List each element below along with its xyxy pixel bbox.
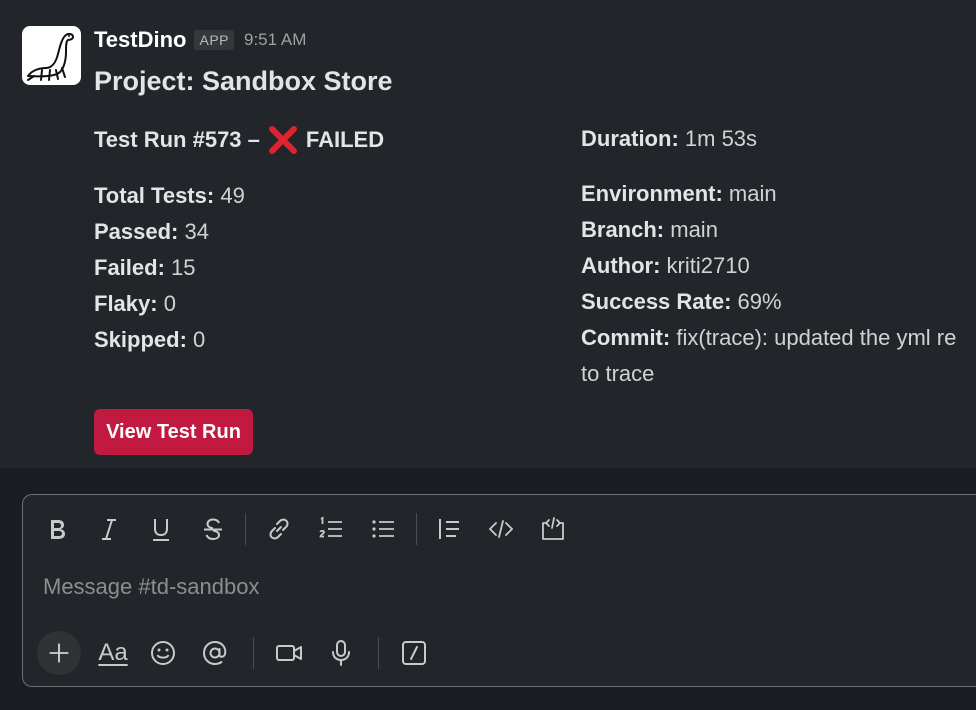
- ordered-list-icon[interactable]: [311, 509, 351, 549]
- avatar[interactable]: [22, 26, 81, 85]
- sender-name[interactable]: TestDino: [94, 27, 186, 53]
- emoji-icon[interactable]: [143, 631, 183, 675]
- test-run-status: Test Run #573 – FAILED: [94, 122, 554, 158]
- message-input[interactable]: [43, 569, 943, 605]
- code-block-icon[interactable]: [533, 509, 573, 549]
- stat-failed: Failed: 15: [94, 255, 196, 280]
- strikethrough-icon[interactable]: [193, 509, 233, 549]
- run-stats-right: Duration: 1m 53s Environment: main Branc…: [581, 122, 976, 392]
- toolbar-divider: [378, 637, 379, 669]
- formatting-toolbar: [23, 509, 976, 549]
- composer-actions: Aa: [23, 629, 976, 675]
- underline-icon[interactable]: [141, 509, 181, 549]
- view-test-run-button[interactable]: View Test Run: [94, 409, 253, 455]
- stat-duration: Duration: 1m 53s: [581, 126, 758, 151]
- stat-branch: Branch: main: [581, 217, 718, 242]
- mention-icon[interactable]: [195, 631, 235, 675]
- test-run-label: Test Run #573 –: [94, 127, 260, 152]
- bulleted-list-icon[interactable]: [363, 509, 403, 549]
- stat-environment: Environment: main: [581, 181, 777, 206]
- toolbar-divider: [416, 513, 417, 545]
- stat-author: Author: kriti2710: [581, 253, 750, 278]
- microphone-icon[interactable]: [321, 631, 361, 675]
- toolbar-divider: [245, 513, 246, 545]
- link-icon[interactable]: [259, 509, 299, 549]
- stat-commit-continued: to trace: [581, 361, 655, 386]
- stat-skipped: Skipped: 0: [94, 327, 206, 352]
- stat-passed: Passed: 34: [94, 219, 209, 244]
- blockquote-icon[interactable]: [429, 509, 469, 549]
- red-x-icon: [266, 123, 300, 157]
- status-text: FAILED: [305, 127, 385, 152]
- project-title: Project: Sandbox Store: [94, 66, 393, 96]
- app-badge: APP: [194, 30, 234, 50]
- code-icon[interactable]: [481, 509, 521, 549]
- text-format-icon[interactable]: Aa: [93, 631, 133, 675]
- plus-icon[interactable]: [37, 631, 81, 675]
- video-icon[interactable]: [269, 631, 309, 675]
- stat-flaky: Flaky: 0: [94, 291, 176, 316]
- run-stats-left: Test Run #573 – FAILED Total Tests: 49 P…: [94, 122, 554, 358]
- slash-command-icon[interactable]: [394, 631, 434, 675]
- bot-message: TestDino APP 9:51 AM Project: Sandbox St…: [0, 0, 976, 468]
- toolbar-divider: [253, 637, 254, 669]
- stat-total: Total Tests: 49: [94, 183, 245, 208]
- timestamp[interactable]: 9:51 AM: [244, 30, 306, 50]
- message-header: TestDino APP 9:51 AM: [94, 25, 306, 55]
- stat-commit: Commit: fix(trace): updated the yml re: [581, 325, 957, 350]
- italic-icon[interactable]: [89, 509, 129, 549]
- stat-success-rate: Success Rate: 69%: [581, 289, 782, 314]
- bold-icon[interactable]: [37, 509, 77, 549]
- dinosaur-icon: [27, 32, 74, 81]
- message-composer: Aa: [22, 494, 976, 687]
